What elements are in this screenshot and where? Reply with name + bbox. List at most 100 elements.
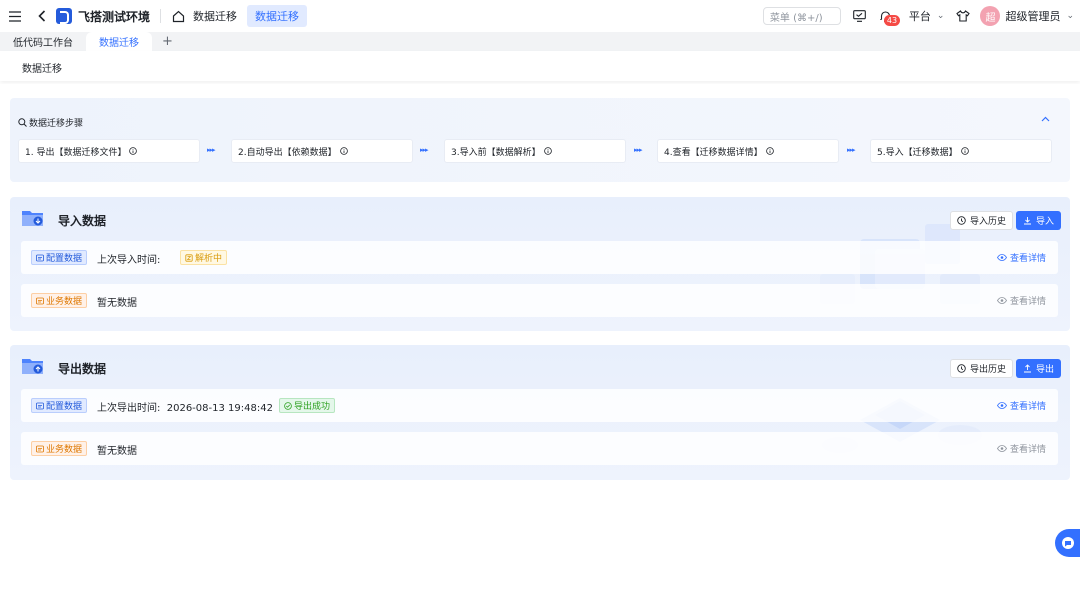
notification-bell-icon[interactable]: 43	[877, 9, 901, 26]
tab-bar: 低代码工作台 数据迁移 +	[0, 32, 1080, 51]
status-label: 解析中	[195, 254, 223, 264]
add-tab-button[interactable]: +	[156, 32, 179, 51]
business-data-tag: 业务数据	[31, 293, 88, 308]
step-label: 4.查看【迁移数据详情】	[664, 147, 763, 158]
export-success-badge: 导出成功	[279, 398, 336, 413]
status-label: 导出成功	[294, 402, 331, 412]
avatar[interactable]: 超	[980, 6, 1001, 26]
floating-assistant-button[interactable]	[1055, 529, 1080, 557]
database-icon	[36, 402, 44, 410]
app-logo	[56, 8, 72, 24]
notification-badge: 43	[883, 15, 901, 26]
breadcrumb-item[interactable]: 数据迁移	[193, 8, 237, 24]
export-business-row: 业务数据 暂无数据 查看详情	[21, 432, 1058, 465]
business-data-tag: 业务数据	[31, 441, 88, 456]
import-icon	[1023, 216, 1032, 225]
tag-label: 业务数据	[46, 445, 83, 455]
last-export-time-label: 上次导出时间: 2026-08-13 19:48:42	[97, 403, 273, 414]
steps-title: 数据迁移步骤	[18, 116, 83, 129]
home-icon[interactable]	[171, 9, 185, 23]
detail-label: 查看详情	[1009, 445, 1046, 455]
info-icon[interactable]	[129, 147, 138, 155]
shirt-icon[interactable]	[956, 9, 971, 23]
config-data-tag: 配置数据	[31, 250, 88, 265]
assistant-icon	[1061, 536, 1075, 550]
page-title: 数据迁移	[22, 64, 62, 75]
eye-icon	[997, 402, 1007, 410]
chevron-down-icon[interactable]: ⌄	[937, 11, 945, 21]
parsing-status-badge: 解析中	[180, 250, 228, 265]
eye-icon	[997, 297, 1007, 305]
app-title: 飞搭测试环境	[78, 9, 151, 24]
platform-switcher[interactable]: 平台	[909, 8, 931, 24]
export-button[interactable]: 导出	[1016, 359, 1062, 378]
step-3: 3.导入前【数据解析】	[444, 139, 626, 163]
import-button-label: 导入	[1036, 217, 1055, 227]
tab-data-migration[interactable]: 数据迁移	[86, 32, 152, 51]
tag-label: 配置数据	[46, 402, 83, 412]
database-icon	[36, 445, 44, 453]
breadcrumb-active[interactable]: 数据迁移	[247, 5, 308, 27]
tab-lowcode-workbench[interactable]: 低代码工作台	[0, 32, 86, 51]
step-label: 2.自动导出【依赖数据】	[238, 147, 337, 158]
back-icon[interactable]	[36, 9, 48, 23]
detail-label: 查看详情	[1009, 402, 1046, 412]
step-4: 4.查看【迁移数据详情】	[657, 139, 839, 163]
hourglass-icon	[185, 253, 193, 262]
import-button[interactable]: 导入	[1016, 211, 1062, 230]
view-details-link[interactable]: 查看详情	[997, 399, 1046, 412]
step-label: 1. 导出【数据迁移文件】	[25, 147, 127, 158]
menu-icon[interactable]	[8, 9, 22, 23]
collapse-chevron-icon[interactable]	[1040, 114, 1050, 124]
step-arrow-icon: ▸▸▸	[634, 146, 643, 154]
database-icon	[36, 297, 44, 305]
search-icon	[18, 118, 27, 127]
view-details-link[interactable]: 查看详情	[997, 294, 1046, 307]
steps-title-text: 数据迁移步骤	[29, 119, 84, 129]
info-icon[interactable]	[960, 147, 969, 155]
export-history-button[interactable]: 导出历史	[950, 359, 1014, 378]
info-icon[interactable]	[543, 147, 552, 155]
clock-icon	[957, 364, 966, 373]
import-history-button[interactable]: 导入历史	[950, 211, 1014, 230]
detail-label: 查看详情	[1009, 254, 1046, 264]
folder-upload-icon	[21, 355, 45, 377]
divider	[160, 9, 162, 23]
step-arrow-icon: ▸▸▸	[207, 146, 216, 154]
eye-icon	[997, 254, 1007, 262]
import-section-header: 导入数据 导入历史 导入	[10, 197, 1070, 241]
step-5: 5.导入【迁移数据】	[870, 139, 1052, 163]
import-history-label: 导入历史	[970, 217, 1007, 227]
no-data-label: 暂无数据	[97, 298, 137, 309]
import-data-section: 导入数据 导入历史 导入 配置数据 上次导入时间: 解析中 查看详情 业务数据	[10, 197, 1070, 331]
export-config-row: 配置数据 上次导出时间: 2026-08-13 19:48:42 导出成功 查看…	[21, 389, 1058, 422]
export-button-label: 导出	[1036, 365, 1055, 375]
last-import-time-label: 上次导入时间:	[97, 255, 161, 266]
tag-label: 业务数据	[46, 297, 83, 307]
clock-icon	[957, 216, 966, 225]
detail-label: 查看详情	[1009, 297, 1046, 307]
no-data-label: 暂无数据	[97, 446, 137, 457]
step-2: 2.自动导出【依赖数据】	[231, 139, 413, 163]
migration-steps-card: 数据迁移步骤 1. 导出【数据迁移文件】 ▸▸▸ 2.自动导出【依赖数据】 ▸▸…	[10, 98, 1070, 182]
user-menu-chevron-icon[interactable]: ⌄	[1066, 11, 1074, 21]
export-history-label: 导出历史	[970, 365, 1007, 375]
step-arrow-icon: ▸▸▸	[847, 146, 856, 154]
import-business-row: 业务数据 暂无数据 查看详情	[21, 284, 1058, 317]
step-label: 5.导入【迁移数据】	[877, 147, 958, 158]
step-1: 1. 导出【数据迁移文件】	[18, 139, 200, 163]
monitor-icon[interactable]	[853, 9, 867, 23]
top-bar: 飞搭测试环境 数据迁移 数据迁移 菜单 (⌘+/) 43 平台 ⌄ 超 超级管理…	[0, 0, 1080, 32]
export-section-header: 导出数据 导出历史 导出	[10, 345, 1070, 389]
menu-search-input[interactable]: 菜单 (⌘+/)	[762, 7, 841, 25]
info-icon[interactable]	[339, 147, 348, 155]
eye-icon	[997, 445, 1007, 453]
config-data-tag: 配置数据	[31, 398, 88, 413]
info-icon[interactable]	[765, 147, 774, 155]
view-details-link[interactable]: 查看详情	[997, 442, 1046, 455]
view-details-link[interactable]: 查看详情	[997, 251, 1046, 264]
database-icon	[36, 254, 44, 262]
import-config-row: 配置数据 上次导入时间: 解析中 查看详情	[21, 241, 1058, 274]
username[interactable]: 超级管理员	[1005, 8, 1060, 24]
export-data-section: 导出数据 导出历史 导出 配置数据 上次导出时间: 2026-08-13 19:…	[10, 345, 1070, 480]
